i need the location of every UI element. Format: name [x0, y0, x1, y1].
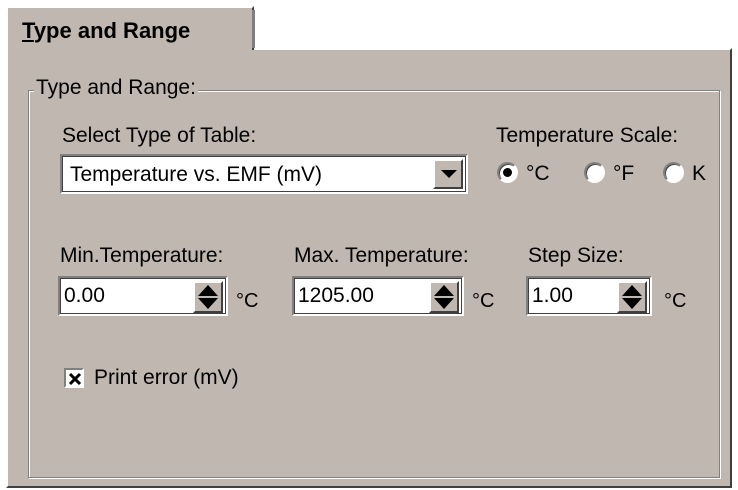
table-type-dropdown[interactable]: Temperature vs. EMF (mV)	[60, 154, 468, 194]
table-type-label: Select Type of Table:	[62, 124, 257, 147]
max-temperature-input[interactable]: 1205.00	[292, 276, 464, 316]
max-temperature-spinner[interactable]	[429, 281, 459, 313]
max-temperature-unit: °C	[472, 290, 495, 312]
min-temperature-label: Min.Temperature:	[60, 244, 224, 267]
step-size-spinner[interactable]	[617, 281, 647, 313]
tab-label: Type and Range	[22, 18, 191, 43]
radio-fahrenheit-label: °F	[613, 162, 635, 185]
print-error-checkbox[interactable]	[64, 368, 84, 388]
temperature-scale-label: Temperature Scale:	[496, 124, 679, 147]
min-temperature-input[interactable]: 0.00	[58, 276, 228, 316]
step-size-label: Step Size:	[528, 244, 624, 267]
checkmark-x-icon	[68, 372, 82, 386]
radio-celsius[interactable]	[497, 162, 518, 183]
radio-selected-dot	[503, 168, 512, 177]
radio-celsius-label: °C	[526, 162, 550, 185]
step-size-value: 1.00	[532, 284, 573, 307]
chevron-down-icon[interactable]	[433, 159, 463, 189]
min-temperature-value: 0.00	[64, 284, 105, 307]
step-size-input[interactable]: 1.00	[526, 276, 652, 316]
max-temperature-label: Max. Temperature:	[294, 244, 469, 267]
group-title: Type and Range:	[34, 76, 198, 100]
radio-fahrenheit[interactable]	[584, 162, 605, 183]
tab-type-and-range[interactable]: Type and Range	[6, 6, 254, 50]
table-type-value: Temperature vs. EMF (mV)	[70, 163, 323, 186]
radio-kelvin[interactable]	[663, 162, 684, 183]
radio-kelvin-label: K	[692, 162, 707, 185]
max-temperature-value: 1205.00	[298, 284, 374, 307]
print-error-label: Print error (mV)	[94, 366, 239, 389]
tab-edge	[252, 10, 255, 48]
step-size-unit: °C	[664, 290, 687, 312]
min-temperature-unit: °C	[236, 290, 259, 312]
min-temperature-spinner[interactable]	[193, 281, 223, 313]
